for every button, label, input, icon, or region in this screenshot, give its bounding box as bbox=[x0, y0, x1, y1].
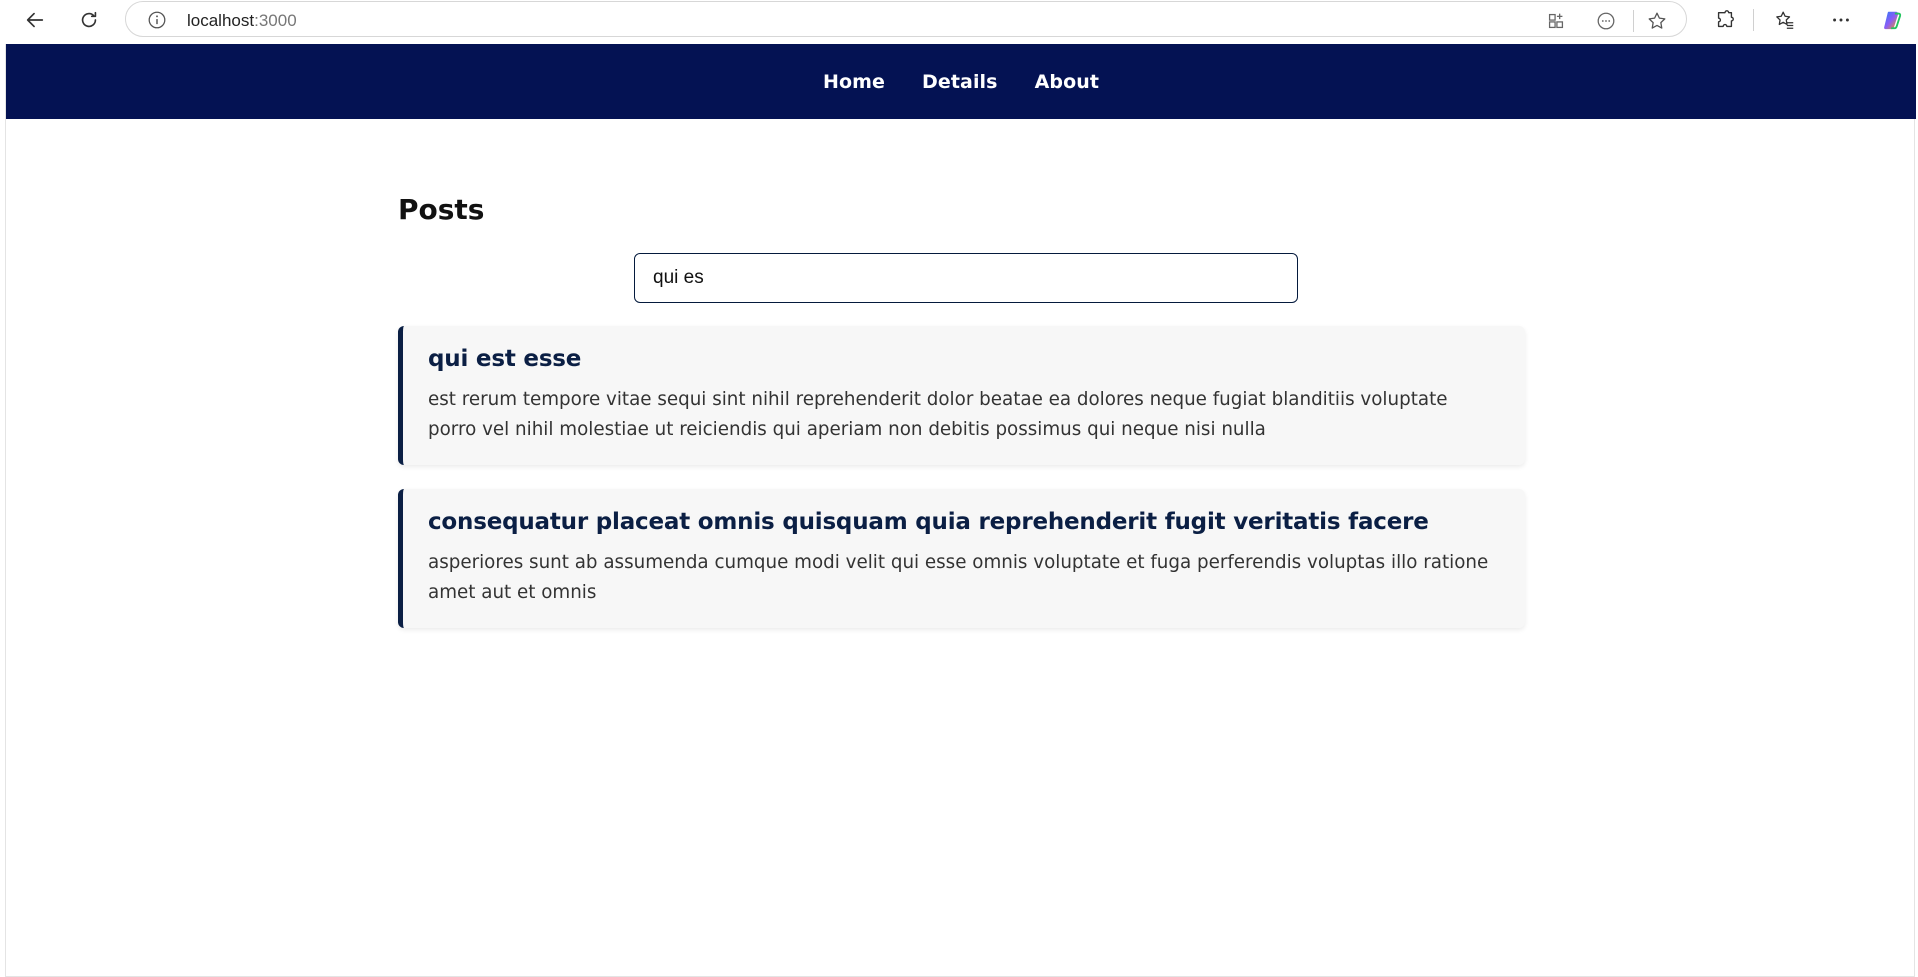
post-body: est rerum tempore vitae sequi sint nihil… bbox=[428, 389, 1448, 440]
favorites-collection-icon bbox=[1776, 11, 1794, 29]
favorite-button[interactable] bbox=[1643, 7, 1671, 35]
toolbar-divider bbox=[1753, 9, 1754, 31]
nav-link-details[interactable]: Details bbox=[922, 71, 998, 93]
post-list: qui est esse est rerum tempore vitae seq… bbox=[398, 326, 1525, 652]
extensions-button[interactable] bbox=[1710, 5, 1740, 35]
main-content: Posts qui est esse est rerum tempore vit… bbox=[398, 193, 1525, 628]
copilot-icon bbox=[1884, 11, 1902, 30]
app-grid-button[interactable] bbox=[1542, 7, 1570, 35]
favorite-star-icon bbox=[1648, 12, 1666, 29]
site-info-icon[interactable] bbox=[146, 9, 168, 31]
app-grid-icon bbox=[1548, 13, 1564, 29]
search-container bbox=[634, 253, 1298, 303]
extensions-icon bbox=[1717, 10, 1734, 28]
search-input[interactable] bbox=[634, 253, 1298, 303]
post-body: asperiores sunt ab assumenda cumque modi… bbox=[428, 552, 1489, 603]
post-card[interactable]: qui est esse est rerum tempore vitae seq… bbox=[398, 326, 1525, 465]
browser-toolbar: localhost:3000 bbox=[0, 0, 1918, 40]
site-navbar: Home Details About bbox=[6, 44, 1916, 119]
page-title: Posts bbox=[398, 193, 485, 226]
copilot-button[interactable] bbox=[1878, 5, 1908, 35]
address-bar[interactable]: localhost:3000 bbox=[125, 1, 1687, 37]
read-aloud-button[interactable] bbox=[1592, 7, 1620, 35]
post-title[interactable]: consequatur placeat omnis quisquam quia … bbox=[428, 509, 1499, 535]
back-button[interactable] bbox=[18, 3, 52, 37]
url-host: localhost bbox=[187, 11, 255, 30]
back-arrow-icon bbox=[26, 12, 44, 28]
refresh-button[interactable] bbox=[72, 3, 106, 37]
more-options-button[interactable] bbox=[1826, 5, 1856, 35]
url-port: :3000 bbox=[254, 11, 297, 30]
favorites-button[interactable] bbox=[1770, 5, 1800, 35]
read-aloud-icon bbox=[1597, 12, 1615, 30]
nav-link-home[interactable]: Home bbox=[823, 71, 885, 93]
nav-link-about[interactable]: About bbox=[1035, 71, 1099, 93]
more-options-icon bbox=[1833, 18, 1849, 22]
address-divider bbox=[1633, 10, 1634, 32]
refresh-icon bbox=[81, 11, 97, 28]
post-title[interactable]: qui est esse bbox=[428, 346, 1499, 372]
web-page: Home Details About Posts qui est esse es… bbox=[5, 44, 1916, 977]
url-text[interactable]: localhost:3000 bbox=[187, 11, 297, 31]
post-card[interactable]: consequatur placeat omnis quisquam quia … bbox=[398, 489, 1525, 628]
